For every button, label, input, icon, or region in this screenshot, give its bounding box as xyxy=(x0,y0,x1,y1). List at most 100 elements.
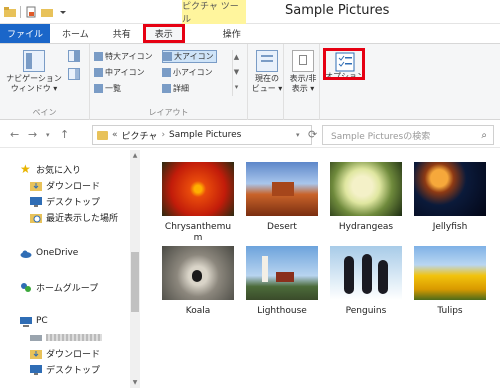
cloud-icon xyxy=(20,250,32,258)
up-arrow-icon[interactable]: ↑ xyxy=(60,128,69,141)
tab-view[interactable]: 表示 xyxy=(142,24,185,43)
folder-icon[interactable] xyxy=(4,6,16,18)
star-icon: ★ xyxy=(20,161,31,176)
tab-home[interactable]: ホーム xyxy=(50,24,101,43)
current-view-button[interactable]: 現在の ビュー ▾ xyxy=(250,50,284,94)
folder-icon xyxy=(97,130,108,140)
scroll-up-icon[interactable]: ▲ xyxy=(130,152,140,159)
hydrangeas-thumbnail xyxy=(330,162,402,216)
current-view-icon xyxy=(256,50,278,72)
navigation-pane-icon xyxy=(23,50,45,72)
nav-item-redacted[interactable] xyxy=(30,330,102,344)
refresh-icon[interactable]: ⟳ xyxy=(308,128,317,141)
nav-item-label: PC xyxy=(36,316,48,326)
breadcrumb-pictures[interactable]: ピクチャ xyxy=(122,129,158,142)
drive-icon xyxy=(30,334,42,341)
properties-icon[interactable] xyxy=(25,6,37,18)
file-chrysanthemum[interactable]: Chrysanthemum xyxy=(160,162,236,244)
nav-item-label: ダウンロード xyxy=(46,181,101,192)
nav-item-label: デスクトップ xyxy=(46,197,101,208)
layout-item-label: 小アイコン xyxy=(173,68,213,77)
nav-item-homegroup[interactable]: ホームグループ xyxy=(20,280,98,294)
layout-item-label: 特大アイコン xyxy=(105,52,153,61)
nav-item-pc[interactable]: PC xyxy=(20,314,48,328)
layout-gallery-scroller[interactable]: ▲ ▼ ▾ xyxy=(232,50,240,96)
breadcrumb-sample-pictures[interactable]: Sample Pictures xyxy=(169,130,241,140)
tab-share[interactable]: 共有 xyxy=(101,24,143,43)
layout-small-icons[interactable]: 小アイコン xyxy=(162,66,213,79)
breadcrumb-overflow[interactable]: « xyxy=(112,130,118,140)
download-folder-icon xyxy=(30,349,42,359)
file-tulips[interactable]: Tulips xyxy=(412,246,488,317)
desktop-icon xyxy=(30,196,42,207)
forward-arrow-icon[interactable]: → xyxy=(28,128,37,141)
window-title: Sample Pictures xyxy=(285,3,390,18)
download-folder-icon xyxy=(30,181,42,191)
nav-item-label: デスクトップ xyxy=(46,365,101,376)
nav-item-downloads[interactable]: ダウンロード xyxy=(30,178,100,192)
layout-item-label: 詳細 xyxy=(173,84,189,93)
toolbar-divider xyxy=(20,6,21,18)
tab-manage[interactable]: 操作 xyxy=(211,24,253,43)
file-desert[interactable]: Desert xyxy=(244,162,320,233)
show-hide-label: 表示/非 表示 ▾ xyxy=(289,74,317,93)
redacted-label xyxy=(46,333,102,341)
nav-item-downloads-pc[interactable]: ダウンロード xyxy=(30,346,100,360)
recent-locations-icon[interactable]: ▾ xyxy=(46,131,50,139)
navigation-pane-label: ナビゲーション ウィンドウ ▾ xyxy=(6,74,62,93)
chevron-up-icon[interactable]: ▲ xyxy=(233,50,240,65)
nav-item-favorites[interactable]: ★ お気に入り xyxy=(20,162,81,176)
file-penguins[interactable]: Penguins xyxy=(328,246,404,317)
navigation-pane-button[interactable]: ナビゲーション ウィンドウ ▾ xyxy=(4,50,64,94)
search-placeholder: Sample Picturesの検索 xyxy=(331,131,431,142)
layout-list[interactable]: 一覧 xyxy=(94,82,121,95)
options-group: オプション xyxy=(320,44,370,120)
penguins-thumbnail xyxy=(330,246,402,300)
file-label: Penguins xyxy=(345,306,387,316)
scrollbar-thumb[interactable] xyxy=(131,252,139,312)
file-koala[interactable]: Koala xyxy=(160,246,236,317)
nav-item-onedrive[interactable]: OneDrive xyxy=(20,246,78,260)
chevron-down-icon[interactable]: ▼ xyxy=(233,65,240,80)
nav-pane-scrollbar[interactable]: ▲ ▼ xyxy=(130,150,140,388)
details-view-icon xyxy=(162,84,171,93)
layout-large-icons[interactable]: 大アイコン xyxy=(162,50,217,63)
tab-file[interactable]: ファイル xyxy=(0,24,50,43)
scroll-down-icon[interactable]: ▼ xyxy=(130,379,140,386)
nav-item-desktop[interactable]: デスクトップ xyxy=(30,194,100,208)
file-jellyfish[interactable]: Jellyfish xyxy=(412,162,488,233)
search-icon[interactable]: ⌕ xyxy=(481,130,487,141)
ribbon: ナビゲーション ウィンドウ ▾ ペイン 特大アイコン 大アイコン 中アイコン 小… xyxy=(0,44,500,120)
desktop-icon xyxy=(30,364,42,375)
preview-pane-icon[interactable] xyxy=(68,50,80,62)
file-view: Chrysanthemum Desert Hydrangeas Jellyfis… xyxy=(142,150,500,388)
koala-thumbnail xyxy=(162,246,234,300)
nav-item-desktop-pc[interactable]: デスクトップ xyxy=(30,362,100,376)
nav-item-label: 最近表示した場所 xyxy=(46,213,119,224)
details-pane-icon[interactable] xyxy=(68,68,80,80)
layout-item-label: 中アイコン xyxy=(105,68,145,77)
chrysanthemum-thumbnail xyxy=(162,162,234,216)
file-label: Desert xyxy=(267,222,297,232)
file-lighthouse[interactable]: Lighthouse xyxy=(244,246,320,317)
customize-toolbar-icon[interactable] xyxy=(57,6,69,18)
address-dropdown-icon[interactable]: ▾ xyxy=(296,131,300,139)
nav-item-recent-places[interactable]: 最近表示した場所 xyxy=(30,210,118,224)
recent-places-icon xyxy=(30,213,42,223)
address-row: ← → ▾ ↑ « ピクチャ › Sample Pictures ▾ ⟳ Sam… xyxy=(0,122,500,148)
address-bar[interactable]: « ピクチャ › Sample Pictures xyxy=(92,125,312,145)
nav-item-label: お気に入り xyxy=(36,165,82,176)
layout-medium-icons[interactable]: 中アイコン xyxy=(94,66,145,79)
file-hydrangeas[interactable]: Hydrangeas xyxy=(328,162,404,233)
new-folder-icon[interactable] xyxy=(41,6,53,18)
navigation-pane: ★ お気に入り ダウンロード デスクトップ 最近表示した場所 OneDrive … xyxy=(0,150,140,388)
layout-extra-large-icons[interactable]: 特大アイコン xyxy=(94,50,153,63)
search-input[interactable]: Sample Picturesの検索 ⌕ xyxy=(322,125,494,145)
back-arrow-icon[interactable]: ← xyxy=(10,128,19,141)
layout-details[interactable]: 詳細 xyxy=(162,82,189,95)
expand-gallery-icon[interactable]: ▾ xyxy=(233,80,240,95)
breadcrumb-separator-icon[interactable]: › xyxy=(161,130,165,140)
desert-thumbnail xyxy=(246,162,318,216)
layout-group: 特大アイコン 大アイコン 中アイコン 小アイコン 一覧 詳細 ▲ ▼ ▾ レイア… xyxy=(90,44,248,120)
show-hide-button[interactable]: 表示/非 表示 ▾ xyxy=(286,50,320,94)
